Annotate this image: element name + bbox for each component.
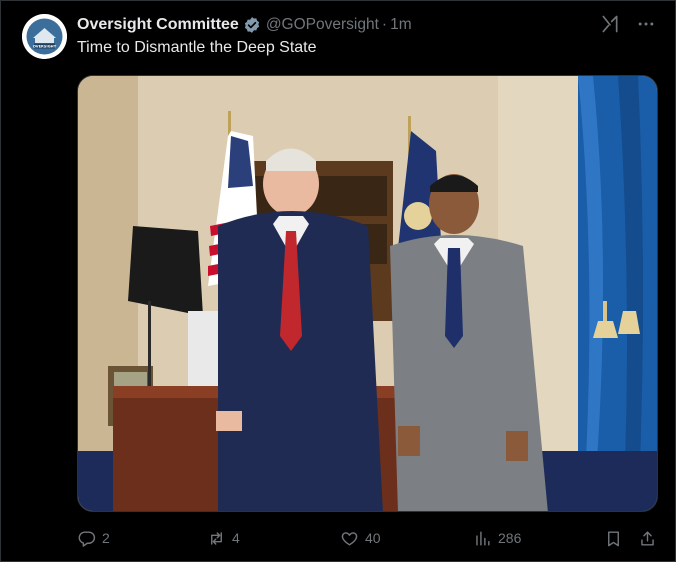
- svg-text:OVERSIGHT: OVERSIGHT: [33, 45, 57, 49]
- reply-icon: [78, 530, 96, 547]
- account-handle[interactable]: @GOPoversight: [266, 16, 379, 34]
- tweet-text: Time to Dismantle the Deep State: [77, 39, 317, 56]
- separator-dot: ·: [381, 16, 388, 33]
- timestamp[interactable]: 1m: [390, 16, 412, 34]
- top-icons: [599, 13, 657, 35]
- avatar[interactable]: OVERSIGHT: [22, 14, 67, 59]
- repost-count: 4: [232, 530, 240, 546]
- reply-button[interactable]: 2: [77, 525, 110, 551]
- share-button[interactable]: [638, 525, 657, 551]
- views-icon: [476, 530, 490, 546]
- views-count: 286: [498, 530, 522, 546]
- more-icon[interactable]: [635, 13, 657, 35]
- reply-count: 2: [102, 530, 110, 546]
- tweet-photo[interactable]: [77, 75, 658, 512]
- repost-button[interactable]: 4: [207, 525, 240, 551]
- bookmark-icon: [608, 530, 619, 546]
- action-bar: 2 4 40 286: [77, 525, 661, 551]
- like-count: 40: [365, 530, 381, 546]
- views-button[interactable]: 286: [473, 525, 521, 551]
- tweet-header: Oversight Committee @GOPoversight · 1m: [77, 15, 412, 35]
- grok-icon[interactable]: [599, 13, 621, 35]
- heart-icon: [341, 531, 358, 546]
- verified-badge-icon[interactable]: [243, 16, 261, 34]
- bookmark-button[interactable]: [604, 525, 623, 551]
- like-button[interactable]: 40: [340, 525, 381, 551]
- repost-icon: [211, 531, 222, 545]
- share-icon: [641, 530, 654, 546]
- avatar-logo-icon: OVERSIGHT: [22, 14, 67, 59]
- tweet-card[interactable]: OVERSIGHT Oversight Committee @GOPoversi…: [0, 0, 676, 562]
- photo-image: [78, 76, 657, 511]
- display-name[interactable]: Oversight Committee: [77, 16, 239, 34]
